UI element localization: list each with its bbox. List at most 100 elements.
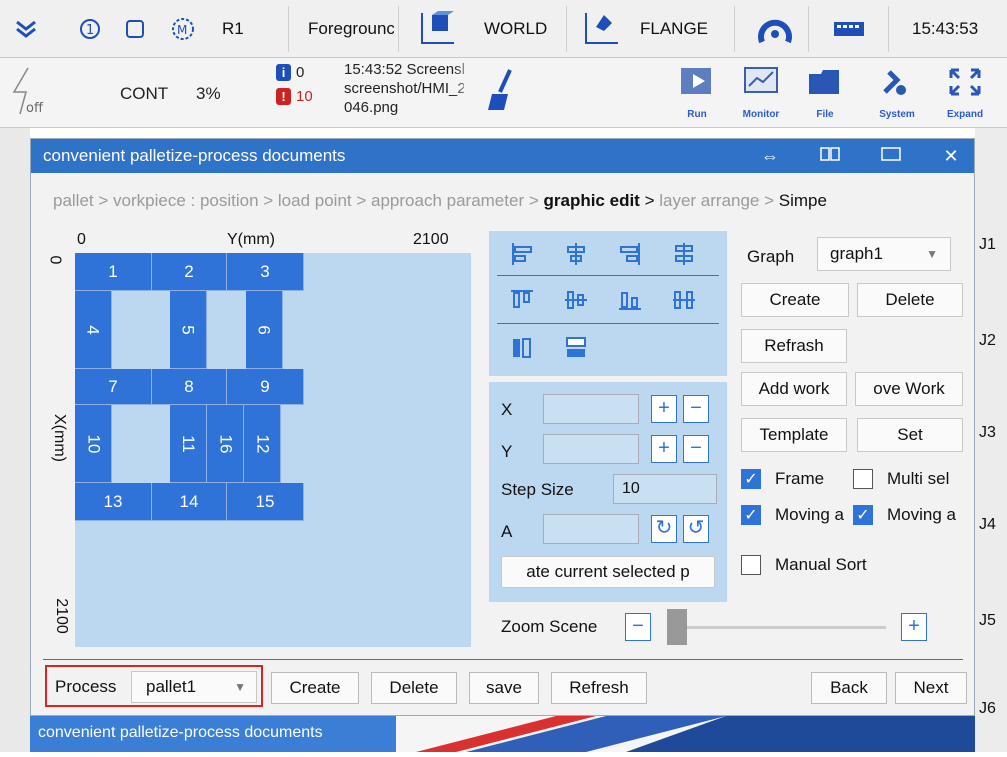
refresh-button[interactable]: Refresh bbox=[551, 672, 647, 704]
set-button[interactable]: Set bbox=[857, 418, 963, 452]
x-input[interactable] bbox=[543, 394, 639, 424]
moving-a-checkbox[interactable]: ✓ bbox=[741, 505, 761, 525]
monitor-button[interactable]: Monitor bbox=[730, 64, 792, 122]
y-minus-button[interactable]: − bbox=[683, 435, 709, 463]
breadcrumb-current[interactable]: graphic edit bbox=[543, 191, 639, 210]
workpiece-block[interactable]: 8 bbox=[152, 369, 227, 405]
dialog-title: convenient palletize-process documents bbox=[43, 146, 346, 165]
dialog-titlebar[interactable]: convenient palletize-process documents ⇔… bbox=[31, 139, 974, 173]
workpiece-block[interactable]: 5 bbox=[170, 291, 207, 369]
split-view-icon[interactable] bbox=[816, 144, 844, 168]
broom-clear-icon[interactable] bbox=[484, 68, 518, 117]
align-bottom-icon[interactable] bbox=[617, 287, 643, 313]
moving-b-checkbox[interactable]: ✓ bbox=[853, 505, 873, 525]
workpiece-block[interactable]: 1 bbox=[75, 253, 152, 291]
process-delete-button[interactable]: Delete bbox=[371, 672, 457, 704]
file-button[interactable]: File bbox=[794, 64, 856, 122]
x-plus-button[interactable]: + bbox=[651, 395, 677, 423]
distribute-h-icon[interactable] bbox=[671, 241, 697, 267]
process-create-button[interactable]: Create bbox=[271, 672, 359, 704]
align-right-icon[interactable] bbox=[617, 241, 643, 267]
breadcrumb-next[interactable]: layer arrange > bbox=[659, 191, 779, 210]
distribute-v-icon[interactable] bbox=[671, 287, 697, 313]
frame-checkbox[interactable]: ✓ bbox=[741, 469, 761, 489]
monitor-icon bbox=[744, 67, 778, 93]
align-center-h-icon[interactable] bbox=[563, 241, 589, 267]
workpiece-block[interactable]: 16 bbox=[207, 405, 244, 483]
maximize-icon[interactable] bbox=[877, 144, 905, 168]
flip-horizontal-icon[interactable] bbox=[563, 335, 589, 361]
step-size-input[interactable]: 10 bbox=[613, 474, 717, 504]
add-work-button[interactable]: Add work bbox=[741, 372, 847, 406]
align-center-v-icon[interactable] bbox=[563, 287, 589, 313]
message-log[interactable]: 15:43:52 Screenshot to/ screenshot/HMI_2… bbox=[344, 60, 464, 122]
workpiece-block[interactable]: 11 bbox=[170, 405, 207, 483]
workpiece-block[interactable]: 7 bbox=[75, 369, 152, 405]
workpiece-block[interactable]: 4 bbox=[75, 291, 112, 369]
workpiece-block[interactable]: 6 bbox=[246, 291, 283, 369]
zoom-slider-track[interactable] bbox=[671, 626, 886, 629]
y-input[interactable] bbox=[543, 434, 639, 464]
manual-mode-icon[interactable]: M bbox=[170, 0, 196, 58]
resize-horizontal-icon[interactable]: ⇔ bbox=[756, 144, 784, 168]
robot-arm-icon[interactable] bbox=[758, 0, 792, 58]
next-button[interactable]: Next bbox=[895, 672, 967, 704]
rotate-ccw-icon[interactable]: ↺ bbox=[683, 515, 709, 543]
clock: 15:43:53 bbox=[912, 19, 979, 38]
robot-number-icon[interactable]: 1 bbox=[78, 0, 102, 58]
power-off-icon[interactable]: off bbox=[6, 66, 46, 123]
zoom-slider-thumb[interactable] bbox=[667, 609, 687, 645]
keyboard-icon[interactable] bbox=[832, 0, 866, 58]
workpiece-block[interactable]: 12 bbox=[244, 405, 281, 483]
graph-delete-button[interactable]: Delete bbox=[857, 283, 963, 317]
workpiece-block[interactable]: 3 bbox=[227, 253, 304, 291]
moving-a-label: Moving a bbox=[775, 505, 844, 524]
world-coord-label[interactable]: WORLD bbox=[484, 0, 547, 58]
back-button[interactable]: Back bbox=[811, 672, 887, 704]
graph-refresh-button[interactable]: Refrash bbox=[741, 329, 847, 363]
robot-label[interactable]: R1 bbox=[222, 0, 244, 58]
pallet-canvas[interactable]: 1 2 3 4 5 6 7 8 9 10 11 16 12 13 14 15 bbox=[75, 253, 471, 647]
flange-coord-label[interactable]: FLANGE bbox=[640, 0, 708, 58]
remove-work-button[interactable]: ove Work bbox=[855, 372, 963, 406]
y-plus-button[interactable]: + bbox=[651, 435, 677, 463]
workpiece-block[interactable]: 10 bbox=[75, 405, 112, 483]
speed-value[interactable]: 3% bbox=[196, 84, 221, 104]
flip-vertical-icon[interactable] bbox=[509, 335, 535, 361]
run-mode[interactable]: CONT bbox=[120, 84, 168, 104]
breadcrumb-previous[interactable]: pallet > vorkpiece : position > load poi… bbox=[53, 191, 543, 210]
zoom-out-button[interactable]: − bbox=[625, 613, 651, 641]
zoom-in-button[interactable]: + bbox=[901, 613, 927, 641]
align-left-icon[interactable] bbox=[509, 241, 535, 267]
menu-chevron-icon[interactable] bbox=[14, 0, 38, 58]
save-button[interactable]: save bbox=[469, 672, 539, 704]
graph-create-button[interactable]: Create bbox=[741, 283, 849, 317]
process-select[interactable]: pallet1 ▼ bbox=[131, 671, 257, 703]
chevron-down-icon: ▼ bbox=[926, 247, 938, 261]
workpiece-block[interactable]: 9 bbox=[227, 369, 304, 405]
multi-sel-checkbox[interactable] bbox=[853, 469, 873, 489]
a-input[interactable] bbox=[543, 514, 639, 544]
x-minus-button[interactable]: − bbox=[683, 395, 709, 423]
template-button[interactable]: Template bbox=[741, 418, 847, 452]
workpiece-block[interactable]: 15 bbox=[227, 483, 304, 521]
stop-square-icon[interactable] bbox=[124, 0, 146, 58]
manual-sort-checkbox[interactable] bbox=[741, 555, 761, 575]
align-top-icon[interactable] bbox=[509, 287, 535, 313]
workpiece-block[interactable]: 14 bbox=[152, 483, 227, 521]
position-panel: X + − Y + − Step Size 10 A ↻ ↺ ate curre… bbox=[489, 382, 727, 602]
close-icon[interactable]: ✕ bbox=[937, 144, 965, 168]
rotate-cw-icon[interactable]: ↻ bbox=[651, 515, 677, 543]
update-selected-button[interactable]: ate current selected p bbox=[501, 556, 715, 588]
graph-select[interactable]: graph1 ▼ bbox=[817, 237, 951, 271]
footer-decoration bbox=[396, 716, 975, 752]
run-button[interactable]: Run bbox=[666, 64, 728, 122]
breadcrumb-last[interactable]: Simpe bbox=[779, 191, 827, 210]
expand-button[interactable]: Expand bbox=[934, 64, 996, 122]
workpiece-block[interactable]: 2 bbox=[152, 253, 227, 291]
system-button[interactable]: System bbox=[866, 64, 928, 122]
workpiece-block[interactable]: 13 bbox=[75, 483, 152, 521]
breadcrumb[interactable]: pallet > vorkpiece : position > load poi… bbox=[53, 191, 973, 211]
run-mode-label[interactable]: Foregrounc bbox=[308, 0, 394, 58]
a-label: A bbox=[501, 522, 513, 541]
